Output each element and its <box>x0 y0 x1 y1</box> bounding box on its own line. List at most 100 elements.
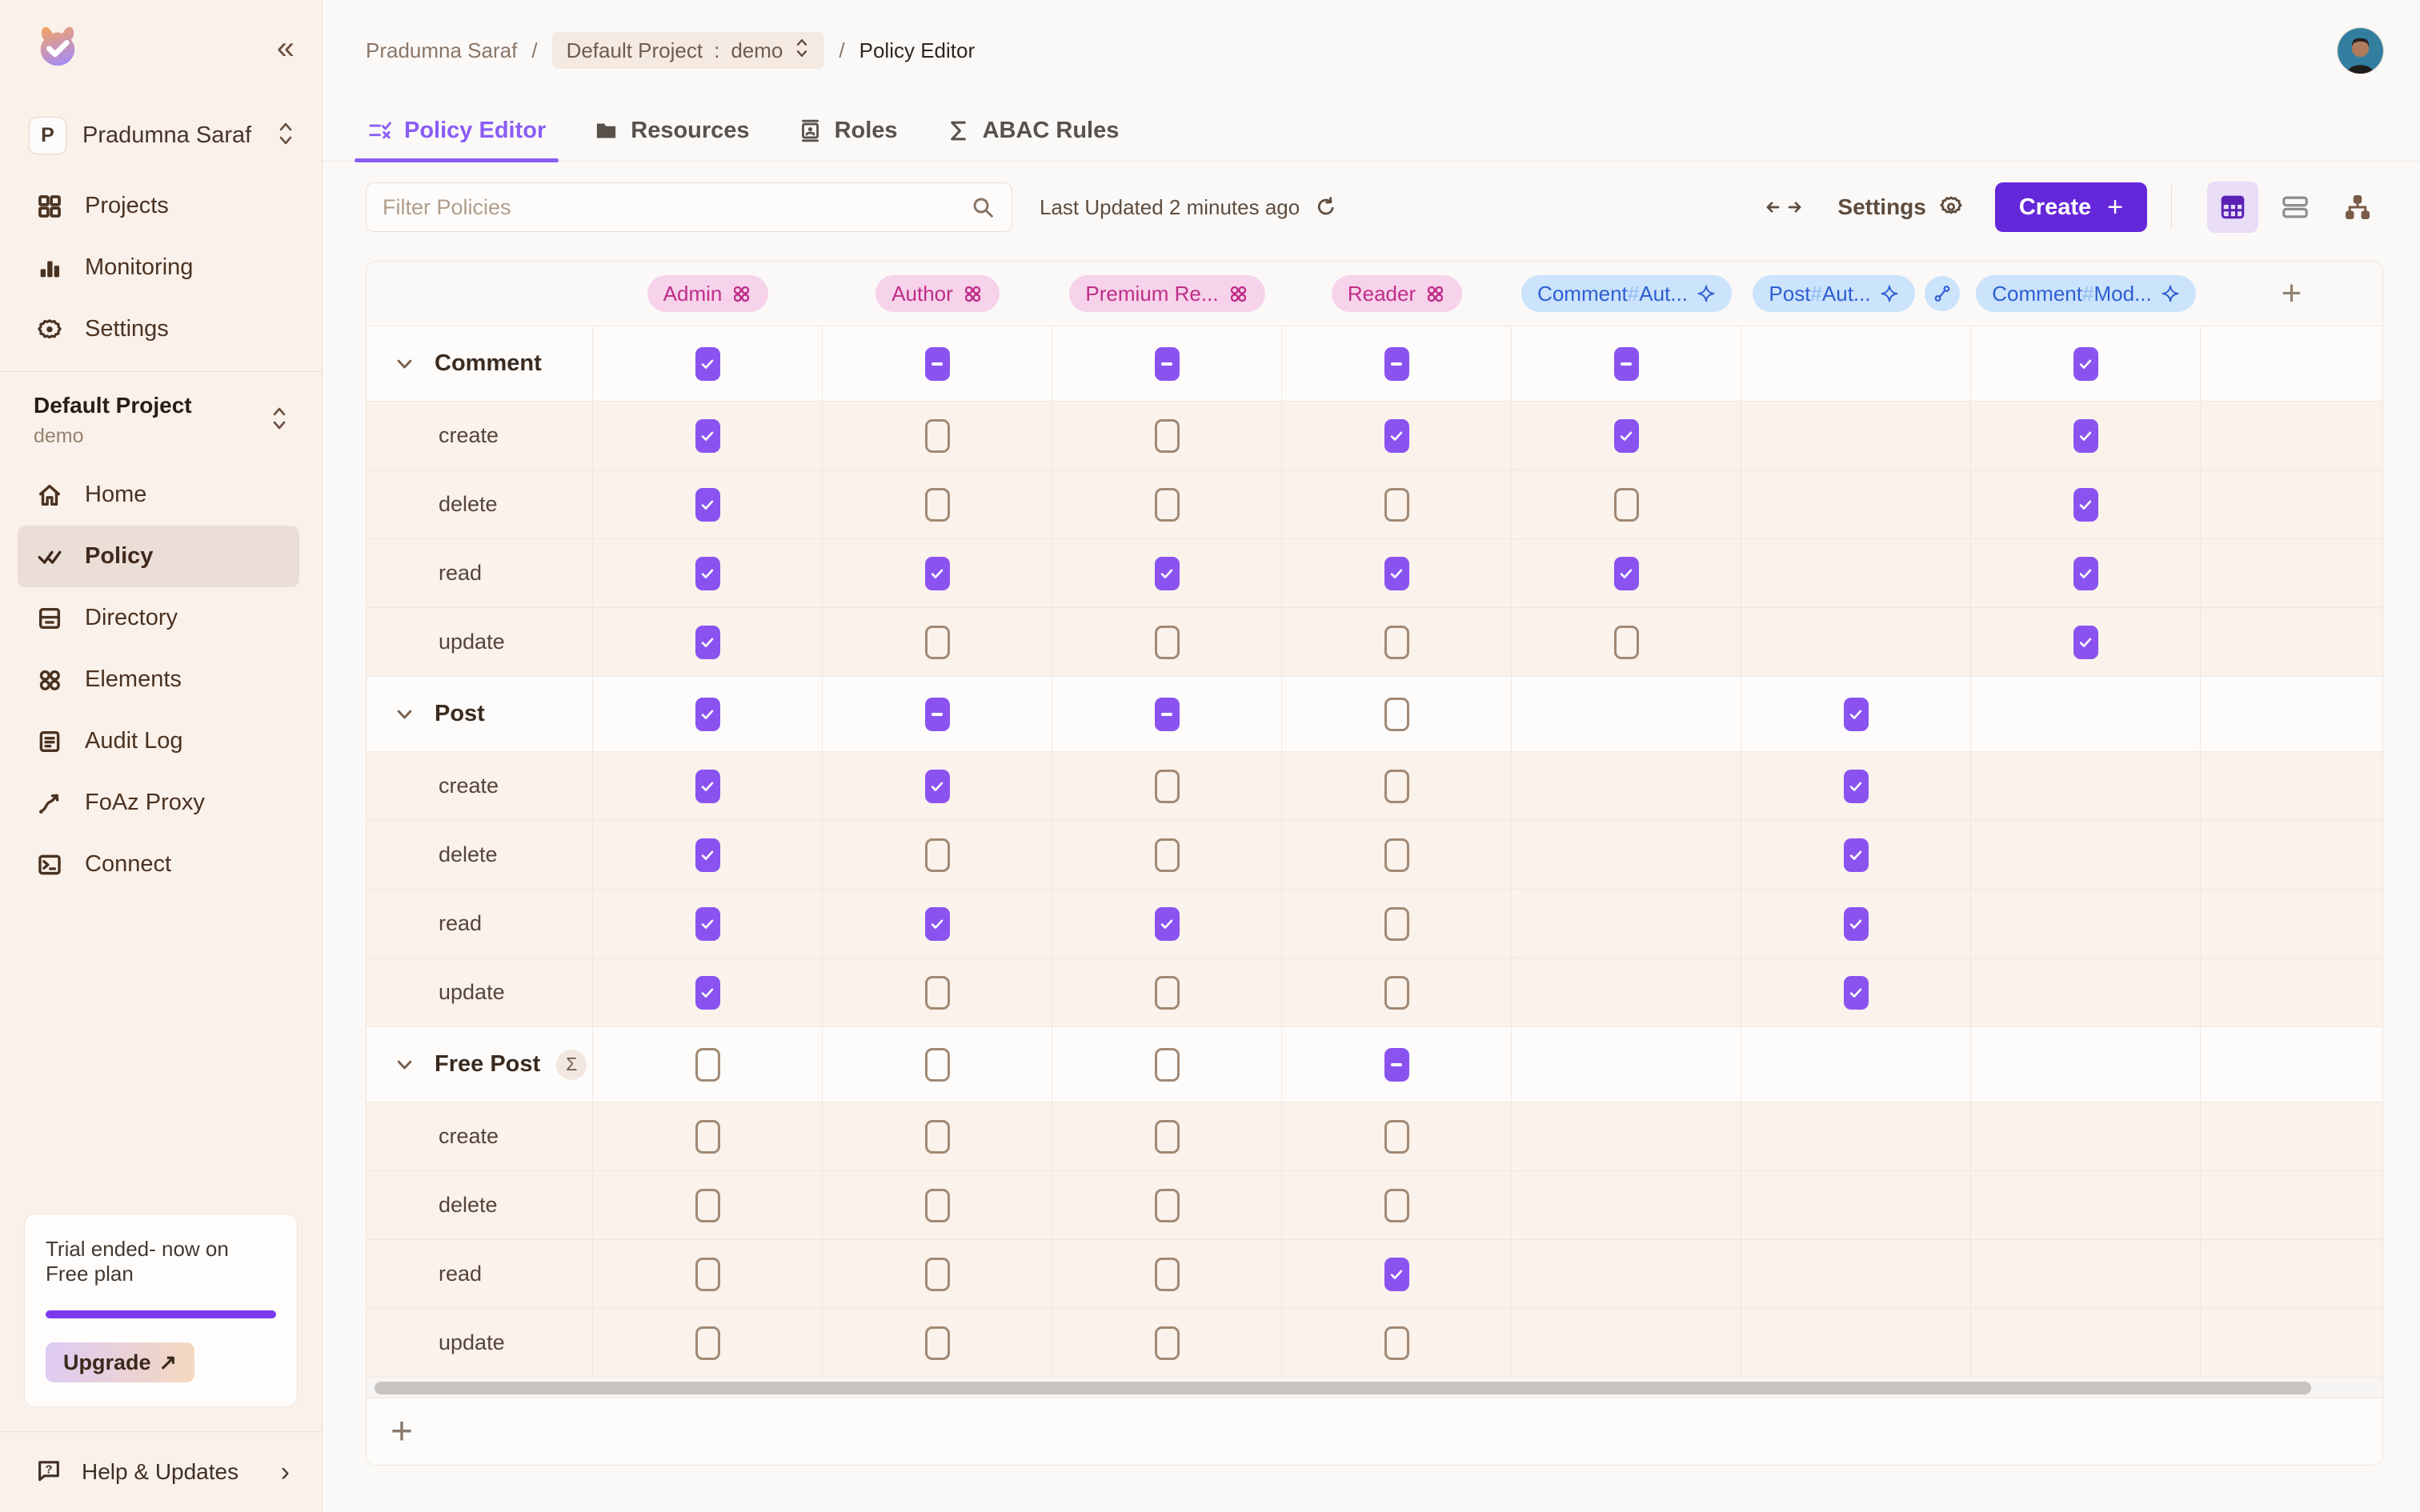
resource-row-post[interactable]: Post <box>367 676 593 751</box>
checkbox-post-all-admin[interactable] <box>695 698 720 731</box>
role-pill-author[interactable]: Author <box>875 275 1000 312</box>
checkbox-comment-delete-reader[interactable] <box>1384 488 1409 522</box>
sidebar-item-connect[interactable]: Connect <box>18 834 299 895</box>
expand-columns-icon[interactable] <box>1765 195 1802 219</box>
sidebar-item-policy[interactable]: Policy <box>18 526 299 587</box>
checkbox-comment-read-comment-aut[interactable] <box>1614 557 1639 590</box>
checkbox-comment-create-premium-re[interactable] <box>1155 419 1180 453</box>
tab-policy-editor[interactable]: Policy Editor <box>367 101 546 161</box>
checkbox-free-post-create-premium-re[interactable] <box>1155 1120 1180 1154</box>
checkbox-comment-delete-admin[interactable] <box>695 488 720 522</box>
checkbox-comment-delete-premium-re[interactable] <box>1155 488 1180 522</box>
checkbox-comment-read-comment-mod[interactable] <box>2073 557 2098 590</box>
chevron-down-icon[interactable] <box>394 1054 415 1075</box>
checkbox-comment-delete-comment-aut[interactable] <box>1614 488 1639 522</box>
refresh-icon[interactable] <box>1314 195 1338 219</box>
checkbox-free-post-all-admin[interactable] <box>695 1048 720 1082</box>
checkbox-comment-read-author[interactable] <box>925 557 950 590</box>
checkbox-free-post-read-reader[interactable] <box>1384 1258 1409 1291</box>
sidebar-item-directory[interactable]: Directory <box>18 587 299 649</box>
checkbox-post-update-premium-re[interactable] <box>1155 976 1180 1010</box>
role-pill-reader[interactable]: Reader <box>1332 275 1462 312</box>
checkbox-post-delete-author[interactable] <box>925 838 950 872</box>
checkbox-free-post-update-reader[interactable] <box>1384 1326 1409 1360</box>
project-selector[interactable]: Default Project demo <box>0 372 322 459</box>
checkbox-post-delete-premium-re[interactable] <box>1155 838 1180 872</box>
role-pill-premium-re[interactable]: Premium Re... <box>1069 275 1264 312</box>
chevron-down-icon[interactable] <box>394 353 415 374</box>
checkbox-comment-delete-author[interactable] <box>925 488 950 522</box>
checkbox-post-delete-reader[interactable] <box>1384 838 1409 872</box>
workspace-selector[interactable]: P Pradumna Saraf <box>29 117 296 154</box>
checkbox-post-create-reader[interactable] <box>1384 770 1409 803</box>
checkbox-comment-read-admin[interactable] <box>695 557 720 590</box>
resource-row-comment[interactable]: Comment <box>367 326 593 401</box>
tab-resources[interactable]: Resources <box>594 101 749 161</box>
sidebar-item-elements[interactable]: Elements <box>18 649 299 710</box>
gear-icon[interactable] <box>1937 194 1965 221</box>
derived-role-pill-post-aut[interactable]: Post#Aut... <box>1753 275 1914 312</box>
resource-row-free-post[interactable]: Free PostΣ <box>367 1026 593 1102</box>
derived-role-pill-comment-aut[interactable]: Comment#Aut... <box>1521 275 1732 312</box>
checkbox-post-all-reader[interactable] <box>1384 698 1409 731</box>
checkbox-comment-create-reader[interactable] <box>1384 419 1409 453</box>
sidebar-item-projects[interactable]: Projects <box>18 175 299 237</box>
checkbox-comment-all-reader[interactable] <box>1384 347 1409 381</box>
checkbox-post-delete-post-aut[interactable] <box>1844 838 1869 872</box>
checkbox-comment-read-reader[interactable] <box>1384 557 1409 590</box>
breadcrumb-project-selector[interactable]: Default Project : demo <box>552 32 825 69</box>
breadcrumb-workspace[interactable]: Pradumna Saraf <box>366 38 517 63</box>
checkbox-free-post-read-admin[interactable] <box>695 1258 720 1291</box>
sidebar-item-audit-log[interactable]: Audit Log <box>18 710 299 772</box>
checkbox-comment-all-author[interactable] <box>925 347 950 381</box>
create-button[interactable]: Create+ <box>1995 182 2147 232</box>
sidebar-collapse-button[interactable]: « <box>277 32 291 64</box>
user-avatar[interactable] <box>2338 28 2383 74</box>
checkbox-free-post-create-author[interactable] <box>925 1120 950 1154</box>
checkbox-free-post-all-author[interactable] <box>925 1048 950 1082</box>
checkbox-post-all-premium-re[interactable] <box>1155 698 1180 731</box>
sidebar-item-monitoring[interactable]: Monitoring <box>18 237 299 298</box>
checkbox-post-update-post-aut[interactable] <box>1844 976 1869 1010</box>
checkbox-comment-create-comment-mod[interactable] <box>2073 419 2098 453</box>
checkbox-post-read-author[interactable] <box>925 907 950 941</box>
checkbox-post-create-post-aut[interactable] <box>1844 770 1869 803</box>
checkbox-comment-update-comment-aut[interactable] <box>1614 626 1639 659</box>
checkbox-comment-delete-comment-mod[interactable] <box>2073 488 2098 522</box>
tab-roles[interactable]: Roles <box>798 101 898 161</box>
checkbox-comment-read-premium-re[interactable] <box>1155 557 1180 590</box>
help-updates-button[interactable]: ? Help & Updates › <box>0 1432 322 1512</box>
checkbox-comment-create-author[interactable] <box>925 419 950 453</box>
checkbox-comment-update-comment-mod[interactable] <box>2073 626 2098 659</box>
checkbox-free-post-all-reader[interactable] <box>1384 1048 1409 1082</box>
derived-role-pill-comment-mod[interactable]: Comment#Mod... <box>1976 275 2195 312</box>
tab-abac-rules[interactable]: ABAC Rules <box>946 101 1120 161</box>
checkbox-free-post-read-author[interactable] <box>925 1258 950 1291</box>
checkbox-free-post-delete-reader[interactable] <box>1384 1189 1409 1222</box>
checkbox-free-post-delete-premium-re[interactable] <box>1155 1189 1180 1222</box>
sidebar-item-settings[interactable]: Settings <box>18 298 299 360</box>
add-role-column-button[interactable]: + <box>2201 262 2382 326</box>
derived-role-graph-icon[interactable] <box>1925 276 1960 311</box>
checkbox-post-read-reader[interactable] <box>1384 907 1409 941</box>
checkbox-free-post-read-premium-re[interactable] <box>1155 1258 1180 1291</box>
checkbox-comment-update-admin[interactable] <box>695 626 720 659</box>
checkbox-post-create-admin[interactable] <box>695 770 720 803</box>
checkbox-free-post-update-author[interactable] <box>925 1326 950 1360</box>
view-toggle-table[interactable] <box>2207 182 2258 233</box>
view-toggle-list[interactable] <box>2270 182 2321 233</box>
view-toggle-tree[interactable] <box>2332 182 2383 233</box>
scrollbar-thumb[interactable] <box>375 1382 2311 1394</box>
checkbox-comment-all-comment-aut[interactable] <box>1614 347 1639 381</box>
checkbox-post-create-premium-re[interactable] <box>1155 770 1180 803</box>
checkbox-free-post-all-premium-re[interactable] <box>1155 1048 1180 1082</box>
settings-button[interactable]: Settings <box>1837 194 1925 220</box>
checkbox-post-update-author[interactable] <box>925 976 950 1010</box>
checkbox-free-post-delete-author[interactable] <box>925 1189 950 1222</box>
checkbox-comment-create-comment-aut[interactable] <box>1614 419 1639 453</box>
role-pill-admin[interactable]: Admin <box>647 275 769 312</box>
filter-policies-input[interactable] <box>383 195 970 220</box>
checkbox-free-post-create-reader[interactable] <box>1384 1120 1409 1154</box>
checkbox-free-post-update-premium-re[interactable] <box>1155 1326 1180 1360</box>
upgrade-button[interactable]: Upgrade ↗ <box>46 1342 194 1382</box>
